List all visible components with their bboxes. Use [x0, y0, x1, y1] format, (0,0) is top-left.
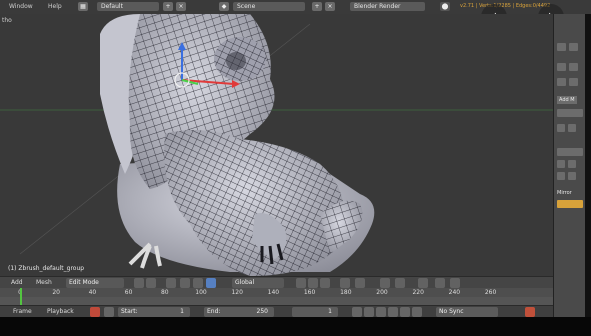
play-reverse-icon[interactable] — [376, 307, 386, 317]
viewport-label: tho — [2, 17, 12, 24]
modifier-icon-a[interactable] — [557, 124, 565, 132]
mod-toggle-b[interactable] — [568, 160, 576, 168]
jump-start-icon[interactable] — [352, 307, 362, 317]
add-modifier-button[interactable]: Add M — [557, 96, 577, 104]
orientation-select[interactable]: Global — [232, 278, 284, 288]
proportional-edit-icon[interactable] — [355, 278, 365, 288]
next-key-icon[interactable] — [400, 307, 410, 317]
scene-stats: v2.71 | Verts:1/2285 | Edges:0/4492 — [460, 3, 551, 9]
current-frame-field[interactable]: 1 — [292, 307, 338, 317]
timeline-tick-label: 120 — [231, 289, 243, 296]
manipulator-toggle-icon[interactable] — [166, 278, 176, 288]
apply-button[interactable] — [557, 200, 583, 208]
scale-icon[interactable] — [206, 278, 216, 288]
timeline-tick-label: 180 — [340, 289, 352, 296]
scene-select[interactable]: Scene — [233, 2, 305, 11]
mode-select[interactable]: Edit Mode — [66, 278, 124, 288]
end-label: End: — [207, 308, 221, 315]
prop-icon-d[interactable] — [569, 63, 578, 71]
mesh-render — [0, 14, 553, 276]
mod-toggle-d[interactable] — [568, 172, 576, 180]
prop-icon-f[interactable] — [569, 78, 578, 86]
face-select-icon[interactable] — [320, 278, 330, 288]
3d-viewport[interactable]: tho (1) Zbrush_default_group — [0, 14, 553, 276]
frame-menu[interactable]: Frame — [13, 308, 32, 315]
timeline-tick-label: 60 — [124, 289, 133, 296]
translate-icon[interactable] — [180, 278, 190, 288]
prev-key-icon[interactable] — [364, 307, 374, 317]
shading-icon[interactable] — [134, 278, 144, 288]
start-value: 1 — [180, 308, 184, 315]
snap-target-icon[interactable] — [395, 278, 405, 288]
mirror-label: Mirror — [557, 190, 572, 196]
record-icon[interactable] — [90, 307, 100, 317]
blender-icon: ⬤ — [440, 2, 450, 11]
mod-toggle-c[interactable] — [557, 172, 565, 180]
keying-icon[interactable] — [104, 307, 114, 317]
render-preview-icon[interactable] — [435, 278, 445, 288]
timeline-tick-label: 240 — [448, 289, 461, 296]
add-scene-button[interactable]: + — [312, 2, 322, 11]
rotate-icon[interactable] — [193, 278, 203, 288]
layers-icon[interactable] — [418, 278, 428, 288]
modifier-icon-b[interactable] — [568, 124, 576, 132]
add-layout-button[interactable]: + — [163, 2, 173, 11]
properties-panel: Add M Mirror — [553, 14, 585, 322]
modifier-header[interactable] — [557, 109, 583, 117]
render-engine-select[interactable]: Blender Render — [350, 2, 425, 11]
prop-icon-c[interactable] — [557, 63, 566, 71]
play-icon[interactable] — [388, 307, 398, 317]
layout-icon[interactable]: ▦ — [78, 2, 88, 11]
timeline-tick-label: 100 — [195, 289, 207, 296]
prop-icon-b[interactable] — [569, 43, 578, 51]
sync-select[interactable]: No Sync — [436, 307, 498, 317]
pivot-icon[interactable] — [146, 278, 156, 288]
menu-add[interactable]: Add — [11, 279, 23, 286]
edge-select-icon[interactable] — [308, 278, 318, 288]
timeline[interactable]: 020406080100120140160180200220240260 — [0, 288, 553, 305]
scene-icon[interactable]: ◆ — [219, 2, 229, 11]
remove-scene-button[interactable]: × — [325, 2, 335, 11]
menu-help[interactable]: Help — [48, 3, 62, 10]
timeline-tick-label: 80 — [160, 289, 169, 296]
ogl-render-icon[interactable] — [450, 278, 460, 288]
snap-icon[interactable] — [380, 278, 390, 288]
menu-mesh[interactable]: Mesh — [36, 279, 52, 286]
object-name-label: (1) Zbrush_default_group — [8, 265, 85, 272]
timeline-tick-label: 220 — [412, 289, 424, 296]
playhead[interactable] — [20, 288, 22, 305]
close-icon[interactable] — [525, 307, 535, 317]
mod-toggle-a[interactable] — [557, 160, 565, 168]
modifier-row[interactable] — [557, 148, 583, 156]
timeline-tick-label: 40 — [88, 289, 97, 296]
remove-layout-button[interactable]: × — [176, 2, 186, 11]
menu-window[interactable]: Window — [9, 3, 33, 10]
timeline-tick-label: 200 — [376, 289, 388, 296]
end-frame-field[interactable]: End: 250 — [204, 307, 274, 317]
start-frame-field[interactable]: Start: 1 — [118, 307, 190, 317]
right-scrollbar[interactable] — [585, 14, 591, 317]
timeline-tick-label: 20 — [52, 289, 61, 296]
timeline-tick-label: 260 — [484, 289, 497, 296]
timeline-tick-label: 160 — [303, 289, 316, 296]
prop-icon-a[interactable] — [557, 43, 566, 51]
letterbox — [0, 317, 591, 336]
timeline-tick-label: 140 — [267, 289, 280, 296]
playback-menu[interactable]: Playback — [47, 308, 74, 315]
prop-icon-e[interactable] — [557, 78, 566, 86]
start-label: Start: — [121, 308, 138, 315]
end-value: 250 — [256, 308, 268, 315]
layout-select[interactable]: Default — [97, 2, 159, 11]
limit-selection-icon[interactable] — [340, 278, 350, 288]
vertex-select-icon[interactable] — [296, 278, 306, 288]
jump-end-icon[interactable] — [412, 307, 422, 317]
